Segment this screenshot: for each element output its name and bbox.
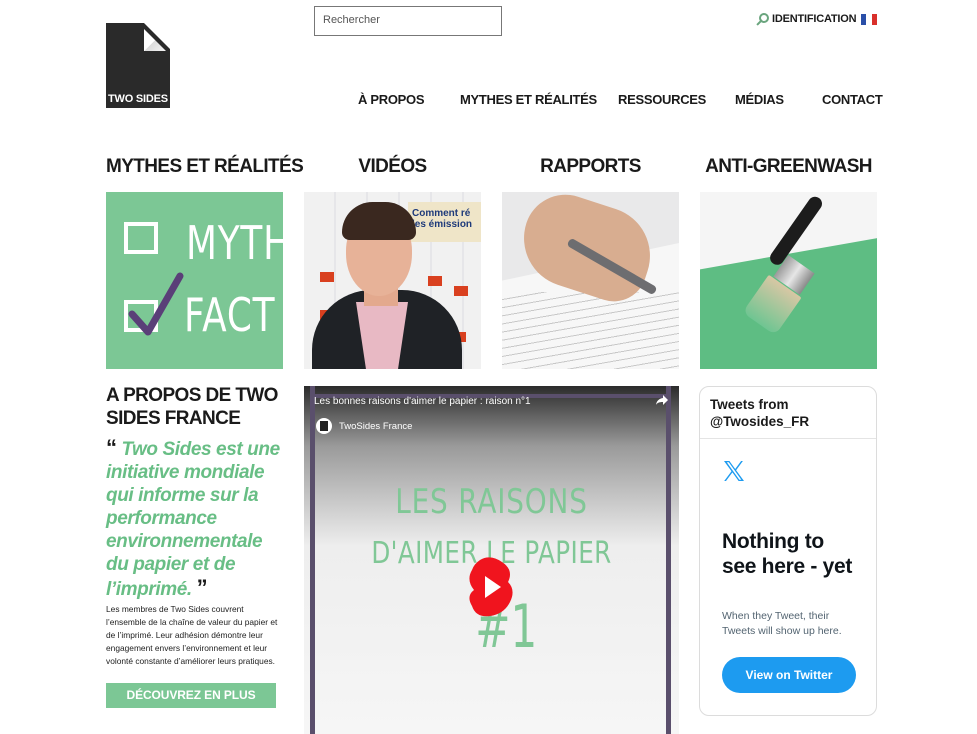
twitter-empty-title: Nothing to see here - yet — [722, 530, 853, 578]
video-frame-left — [310, 386, 315, 734]
view-on-twitter-button[interactable]: View on Twitter — [722, 657, 856, 693]
france-flag-icon[interactable] — [861, 14, 877, 25]
section-heading-mythes[interactable]: MYTHES ET RÉALITÉS — [106, 156, 304, 178]
share-icon[interactable] — [655, 394, 669, 406]
section-heading-rapports[interactable]: RAPPORTS — [502, 156, 679, 178]
nav-item-medias[interactable]: MÉDIAS — [735, 92, 784, 107]
close-quote-icon: ” — [196, 575, 208, 600]
identification-link[interactable]: IDENTIFICATION — [754, 13, 857, 25]
videos-tile[interactable]: Comment ré les émission — [304, 192, 481, 369]
nav-item-mythes-realites[interactable]: MYTHES ET RÉALITÉS — [460, 92, 597, 107]
channel-name: TwoSides France — [339, 420, 413, 432]
sponsor-logo — [428, 276, 442, 286]
empty-checkbox-icon — [124, 222, 158, 254]
identification-label: IDENTIFICATION — [772, 13, 857, 25]
nav-item-ressources[interactable]: RESSOURCES — [618, 92, 706, 107]
twitter-widget-header[interactable]: Tweets from @Twosides_FR — [700, 387, 876, 439]
video-channel[interactable]: TwoSides France — [316, 418, 412, 434]
open-quote-icon: “ — [106, 435, 117, 460]
anti-greenwash-tile[interactable] — [700, 192, 877, 369]
key-icon — [754, 13, 769, 25]
myth-word: MYTH — [186, 216, 283, 270]
video-poster-text: Comment ré les émission — [412, 208, 473, 230]
x-logo-icon — [724, 461, 744, 481]
about-quote: “ Two Sides est une initiative mondiale … — [106, 436, 284, 601]
video-overlay-line1: LES RAISONS — [395, 482, 588, 522]
video-frame-right — [666, 386, 671, 734]
youtube-play-icon[interactable] — [466, 556, 516, 618]
discover-more-button[interactable]: DÉCOUVREZ EN PLUS — [106, 683, 276, 708]
section-heading-videos[interactable]: VIDÉOS — [304, 156, 481, 178]
twitter-widget: Tweets from @Twosides_FR Nothing to see … — [699, 386, 877, 716]
myth-fact-tile[interactable]: MYTH FACT — [106, 192, 283, 369]
twitter-empty-text: When they Tweet, their Tweets will show … — [722, 610, 842, 637]
checkmark-icon — [128, 272, 184, 336]
logo-text: TWO SIDES — [108, 93, 168, 105]
sponsor-logo — [454, 286, 468, 296]
sponsor-logo — [320, 272, 334, 282]
section-heading-anti-greenwash[interactable]: ANTI-GREENWASH — [700, 156, 877, 178]
report-text-lines — [502, 292, 679, 369]
about-description: Les membres de Two Sides couvrent l’ense… — [106, 604, 278, 666]
video-title[interactable]: Les bonnes raisons d'aimer le papier : r… — [314, 396, 531, 407]
fact-word: FACT — [184, 288, 276, 342]
channel-avatar — [316, 418, 332, 434]
nav-item-contact[interactable]: CONTACT — [822, 92, 883, 107]
search-input[interactable]: Rechercher — [314, 6, 502, 36]
about-quote-text: Two Sides est une initiative mondiale qu… — [106, 439, 280, 600]
youtube-video-player[interactable]: Les bonnes raisons d'aimer le papier : r… — [304, 386, 679, 734]
about-title: A PROPOS DE TWO SIDES FRANCE — [106, 385, 278, 429]
nav-item-a-propos[interactable]: À PROPOS — [358, 92, 425, 107]
reports-tile[interactable] — [502, 192, 679, 369]
two-sides-logo[interactable]: TWO SIDES — [106, 23, 170, 108]
